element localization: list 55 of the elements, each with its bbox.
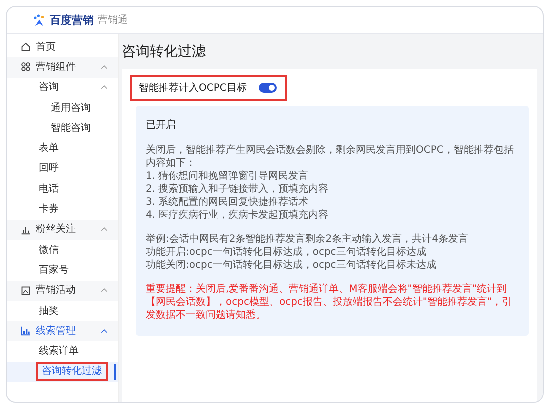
info-text: 4. 医疗疾病行业，疾病卡发起预填充内容 bbox=[146, 209, 330, 222]
sidebar-item-label: 卡券 bbox=[39, 203, 60, 216]
sidebar-item[interactable]: 回呼 bbox=[7, 158, 118, 180]
brand-name: 百度营销 bbox=[50, 12, 94, 28]
picture-icon bbox=[21, 286, 31, 296]
sidebar-item-label: 咨询转化过滤 bbox=[39, 365, 105, 378]
setting-label: 智能推荐计入OCPC目标 bbox=[139, 82, 247, 95]
sidebar-item-label: 首页 bbox=[36, 40, 57, 54]
sidebar-item[interactable]: 咨询 bbox=[7, 78, 118, 98]
sidebar-item-label: 智能咨询 bbox=[51, 122, 92, 135]
sidebar-item[interactable]: 表单 bbox=[7, 138, 118, 159]
sidebar-item[interactable]: 首页 bbox=[7, 37, 118, 58]
chart-icon bbox=[21, 224, 31, 235]
sidebar-item-label: 百家号 bbox=[39, 264, 70, 277]
sidebar-item[interactable]: 咨询转化过滤 bbox=[7, 362, 118, 382]
warning-text: 重要提醒：关闭后,爱番番沟通、营销通详单、M客服端会将"智能推荐发言"统计到【网民会话数】，ocpc模型、ocpc报告、投放端报告不会统计"智能推荐发言"，引发数据不一致问题请知悉。 bbox=[146, 283, 514, 322]
sidebar-item[interactable]: 线索管理 bbox=[7, 321, 118, 342]
info-text: 举例:会话中网民有2条智能推荐发言剩余2条主动输入发言，共计4条发言 bbox=[146, 233, 470, 246]
sidebar-item-label: 营销活动 bbox=[36, 284, 77, 298]
info-text: 关闭后，智能推荐产生网民会话数会剔除，剩余网民发言用到OCPC，智能推荐包括内容如下： bbox=[146, 144, 515, 170]
info-text: 3. 系统配置的网民回复快捷推荐话术 bbox=[146, 196, 310, 209]
sidebar-item-label: 营销组件 bbox=[36, 60, 77, 74]
toggle-switch[interactable] bbox=[258, 83, 277, 93]
sidebar-item[interactable]: 粉丝关注 bbox=[7, 220, 118, 240]
sidebar-item[interactable]: 抽奖 bbox=[7, 300, 118, 322]
sidebar-item[interactable]: 营销活动 bbox=[7, 280, 118, 301]
sidebar-item-label: 抽奖 bbox=[39, 304, 60, 318]
sidebar-item-label: 回呼 bbox=[39, 162, 60, 176]
sidebar-item[interactable]: 营销组件 bbox=[7, 57, 118, 78]
sidebar-item-label: 咨询 bbox=[39, 81, 60, 94]
sidebar-item-label: 微信 bbox=[39, 244, 60, 257]
home-icon bbox=[21, 42, 31, 52]
sidebar-item[interactable]: 微信 bbox=[7, 240, 118, 260]
paw-logo-icon bbox=[33, 14, 46, 26]
info-text: 功能关闭:ocpc一句话转化目标达成，ocpc三句话转化目标未达成 bbox=[146, 259, 438, 272]
sidebar-item-label: 线索详单 bbox=[39, 345, 80, 358]
info-text: 1. 猜你想问和挽留弹窗引导网民发言 bbox=[146, 170, 310, 183]
sidebar-item[interactable]: 通用咨询 bbox=[7, 98, 118, 118]
info-text: 功能开启:ocpc一句话转化目标达成，ocpc三句话转化目标达成 bbox=[146, 246, 428, 259]
sidebar-item-label: 通用咨询 bbox=[51, 102, 92, 115]
sidebar-item[interactable]: 线索详单 bbox=[7, 341, 118, 362]
grid-icon bbox=[21, 62, 31, 72]
sidebar-item[interactable]: 智能咨询 bbox=[7, 118, 118, 138]
sidebar-item[interactable]: 百家号 bbox=[7, 260, 118, 281]
sidebar-item[interactable]: 卡券 bbox=[7, 199, 118, 220]
status-text: 已开启 bbox=[146, 118, 177, 132]
sidebar-item-label: 电话 bbox=[39, 182, 60, 196]
sidebar-item-label: 表单 bbox=[39, 142, 60, 156]
sidebar-item-label: 粉丝关注 bbox=[36, 223, 77, 236]
product-name: 营销通 bbox=[98, 14, 128, 27]
bar-chart-icon bbox=[21, 326, 31, 336]
sidebar-item[interactable]: 电话 bbox=[7, 179, 118, 200]
info-text: 2. 搜索预输入和子链接带入，预填充内容 bbox=[146, 183, 330, 196]
page-title: 咨询转化过滤 bbox=[122, 43, 207, 61]
sidebar-item-label: 线索管理 bbox=[36, 324, 77, 338]
